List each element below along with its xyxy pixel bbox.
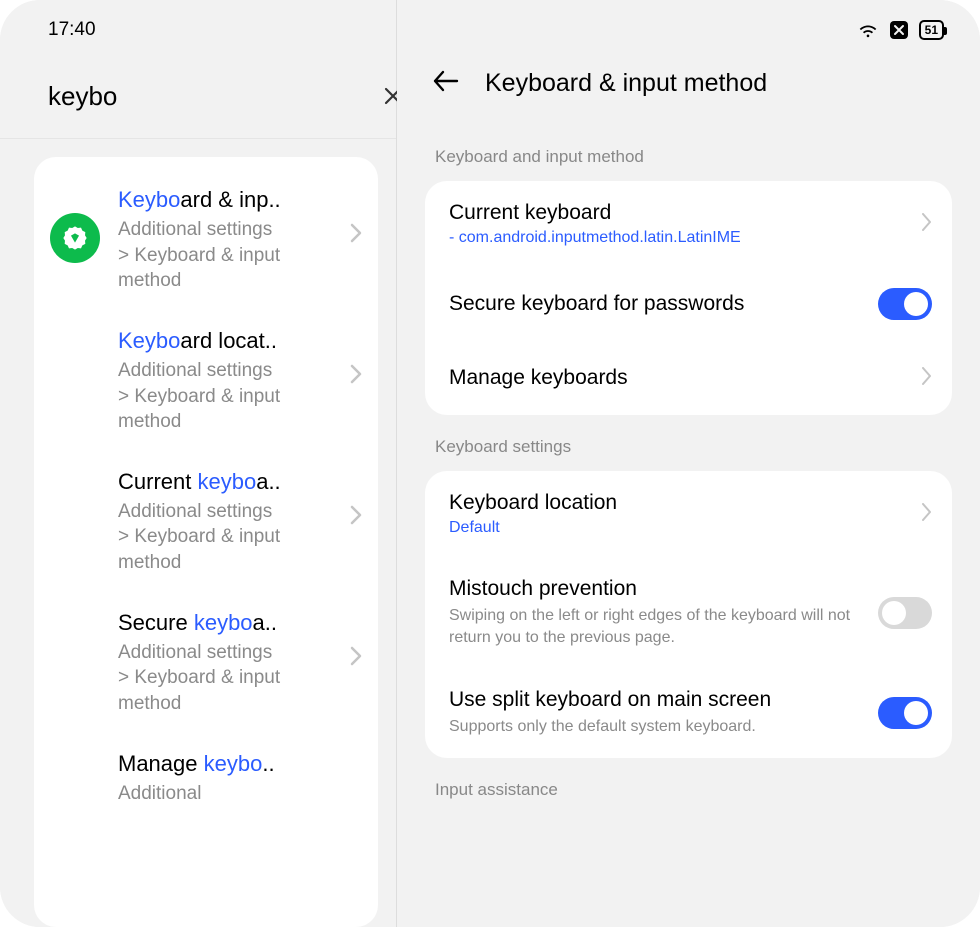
row-title: Mistouch prevention: [449, 577, 878, 601]
settings-card: Current keyboard - com.android.inputmeth…: [425, 181, 952, 415]
search-result-item[interactable]: Secure keyboa.. Additional settings > Ke…: [50, 600, 362, 741]
status-time: 17:40: [48, 19, 96, 41]
toggle-split-keyboard[interactable]: [878, 697, 932, 729]
search-result-item[interactable]: Keyboard & inp.. Additional settings > K…: [50, 177, 362, 318]
result-title: Manage keybo..: [118, 751, 362, 777]
gear-icon: [61, 224, 89, 252]
row-manage-keyboards[interactable]: Manage keyboards: [425, 341, 952, 415]
row-title: Keyboard location: [449, 491, 922, 515]
search-result-item[interactable]: Manage keybo.. Additional: [50, 741, 362, 811]
device-frame: 17:40 Cancel Keyboard & inp.. Additional…: [0, 0, 980, 927]
search-results: Keyboard & inp.. Additional settings > K…: [34, 157, 378, 927]
back-button[interactable]: [429, 66, 463, 101]
result-text: Keyboard & inp.. Additional settings > K…: [100, 187, 350, 294]
search-result-item[interactable]: Current keyboa.. Additional settings > K…: [50, 459, 362, 600]
row-title: Manage keyboards: [449, 366, 922, 390]
chevron-right-icon: [350, 223, 362, 248]
chevron-right-icon: [922, 503, 932, 526]
result-title: Current keyboa..: [118, 469, 350, 495]
row-description: Supports only the default system keyboar…: [449, 716, 869, 738]
battery-indicator: 51: [919, 20, 944, 40]
row-keyboard-location[interactable]: Keyboard location Default: [425, 471, 952, 557]
chevron-right-icon: [350, 646, 362, 671]
result-title: Secure keyboa..: [118, 610, 350, 636]
chevron-right-icon: [922, 213, 932, 236]
left-panel: 17:40 Cancel Keyboard & inp.. Additional…: [0, 0, 397, 927]
toggle-secure-keyboard[interactable]: [878, 288, 932, 320]
result-text: Manage keybo.. Additional: [100, 751, 362, 807]
result-path: Additional settings > Keyboard & input m…: [118, 217, 288, 294]
row-title: Current keyboard: [449, 201, 922, 225]
settings-app-icon: [50, 213, 100, 263]
chevron-right-icon: [350, 505, 362, 530]
chevron-right-icon: [350, 364, 362, 389]
row-subtitle: - com.android.inputmethod.latin.LatinIME: [449, 229, 922, 247]
search-result-item[interactable]: Keyboard locat.. Additional settings > K…: [50, 318, 362, 459]
row-mistouch-prevention[interactable]: Mistouch prevention Swiping on the left …: [425, 557, 952, 668]
result-path: Additional settings > Keyboard & input m…: [118, 499, 288, 576]
status-bar-left: 17:40: [0, 0, 396, 60]
result-path: Additional: [118, 781, 288, 807]
result-path: Additional settings > Keyboard & input m…: [118, 358, 288, 435]
detail-header: Keyboard & input method: [397, 60, 980, 125]
section-label: Keyboard settings: [425, 415, 952, 471]
settings-card: Keyboard location Default Mistouch preve…: [425, 471, 952, 758]
section-label: Input assistance: [425, 758, 952, 814]
page-title: Keyboard & input method: [485, 69, 767, 98]
result-path: Additional settings > Keyboard & input m…: [118, 640, 288, 717]
arrow-left-icon: [433, 70, 459, 92]
row-title: Use split keyboard on main screen: [449, 688, 878, 712]
result-title: Keyboard & inp..: [118, 187, 350, 213]
result-text: Current keyboa.. Additional settings > K…: [100, 469, 350, 576]
section-label: Keyboard and input method: [425, 125, 952, 181]
row-secure-keyboard[interactable]: Secure keyboard for passwords: [425, 267, 952, 341]
chevron-right-icon: [922, 367, 932, 390]
search-input[interactable]: [48, 81, 383, 112]
do-not-disturb-icon: [889, 20, 909, 40]
row-title: Secure keyboard for passwords: [449, 292, 878, 316]
row-description: Swiping on the left or right edges of th…: [449, 605, 869, 648]
status-bar-right: 51: [397, 0, 980, 60]
result-text: Keyboard locat.. Additional settings > K…: [100, 328, 350, 435]
search-row: Cancel: [0, 60, 396, 139]
result-title: Keyboard locat..: [118, 328, 350, 354]
row-subtitle: Default: [449, 519, 922, 537]
detail-body: Keyboard and input method Current keyboa…: [397, 125, 980, 927]
wifi-icon: [857, 21, 879, 39]
row-split-keyboard[interactable]: Use split keyboard on main screen Suppor…: [425, 668, 952, 758]
right-panel: 51 Keyboard & input method Keyboard and …: [397, 0, 980, 927]
result-text: Secure keyboa.. Additional settings > Ke…: [100, 610, 350, 717]
row-current-keyboard[interactable]: Current keyboard - com.android.inputmeth…: [425, 181, 952, 267]
toggle-mistouch-prevention[interactable]: [878, 597, 932, 629]
